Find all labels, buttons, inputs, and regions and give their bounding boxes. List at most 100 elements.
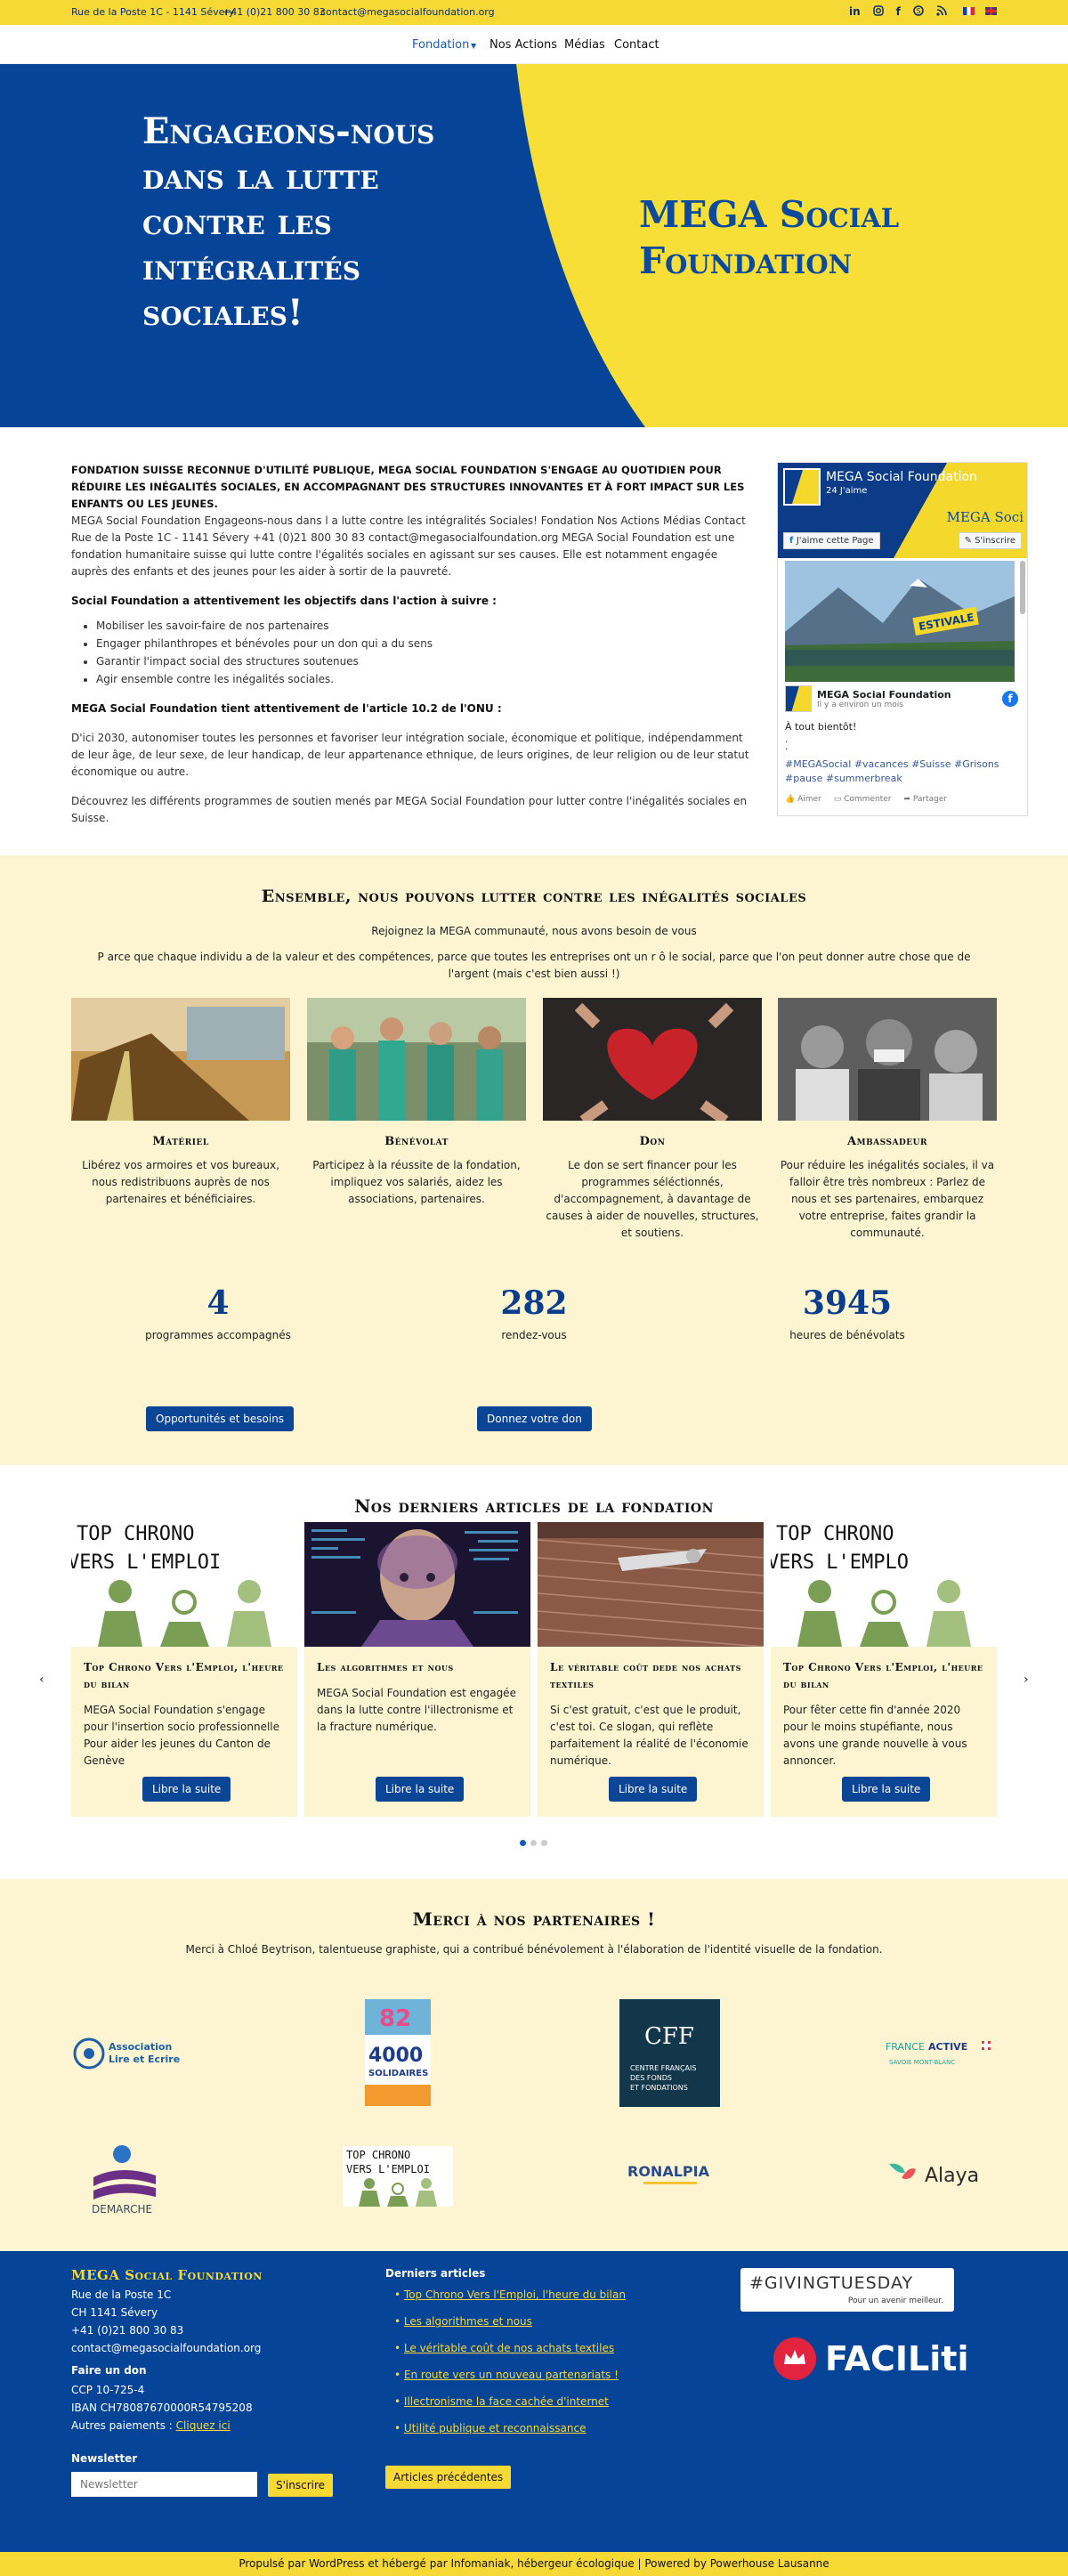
logo-demarche[interactable]: DEMARCHE	[85, 2142, 165, 2221]
article-card[interactable]: Les algorithmes et nous MEGA Social Foun…	[304, 1522, 530, 1817]
nav-contact[interactable]: Contact	[614, 38, 659, 52]
subscribe-button[interactable]: S'inscrire	[268, 2474, 334, 2497]
logo-lire-ecrire[interactable]: Association Lire et Ecrire	[71, 2029, 187, 2086]
flag-fr-icon[interactable]	[963, 7, 975, 15]
article-image[interactable]	[304, 1522, 530, 1647]
topbar-address: Rue de la Poste 1C - 1141 Sévery	[71, 6, 235, 18]
read-more-button[interactable]: Libre la suite	[142, 1777, 231, 1802]
facebook-like-button[interactable]: f J'aime cette Page	[783, 532, 880, 549]
article-image[interactable]	[538, 1522, 764, 1647]
logo-alaya[interactable]: Alaya	[886, 2157, 997, 2196]
read-more-button[interactable]: Libre la suite	[376, 1777, 465, 1802]
card-title: Don	[639, 1135, 666, 1148]
facebook-comment-action[interactable]: ▭ Commenter	[834, 795, 892, 804]
scrollbar[interactable]	[1020, 561, 1025, 614]
article-excerpt: Si c'est gratuit, c'est que le produit, …	[550, 1704, 748, 1767]
nav-medias[interactable]: Médias	[564, 38, 605, 52]
nav-nos-actions[interactable]: Nos Actions	[490, 38, 557, 52]
svg-text:CENTRE FRANÇAIS: CENTRE FRANÇAIS	[630, 2064, 696, 2072]
article-excerpt: MEGA Social Foundation est engagée dans …	[317, 1687, 516, 1733]
carousel-dot[interactable]	[541, 1840, 547, 1846]
flag-en-icon[interactable]	[985, 7, 997, 15]
carousel-dot-active[interactable]	[520, 1840, 526, 1846]
faciliti-logo[interactable]: FACILiti	[773, 2337, 968, 2380]
stat-programmes: 4 programmes accompagnés	[85, 1284, 352, 1341]
facebook-post-image[interactable]: ESTIVALE	[785, 561, 1015, 682]
facebook-post-avatar[interactable]	[785, 685, 812, 712]
linkedin-icon[interactable]: in	[849, 5, 861, 19]
pencil-icon: ✎	[964, 536, 975, 546]
facebook-small-icon: f	[789, 536, 797, 546]
article-image[interactable]: TOP CHRONO VERS L'EMPLO	[771, 1522, 997, 1647]
footer-phone[interactable]: +41 (0)21 800 30 83	[71, 2321, 183, 2339]
carousel-dot[interactable]	[530, 1840, 537, 1846]
read-more-button[interactable]: Libre la suite	[842, 1777, 931, 1802]
previous-articles-button[interactable]: Articles précédentes	[385, 2466, 512, 2489]
logo-cff[interactable]: CFF CENTRE FRANÇAIS DES FONDS ET FONDATI…	[619, 1999, 720, 2107]
facebook-post-time[interactable]: Il y a environ un mois	[817, 701, 951, 709]
latest-article-link[interactable]: Utilité publique et reconnaissance	[404, 2422, 587, 2434]
facebook-like-action[interactable]: 👍 Aimer	[785, 795, 821, 804]
topbar-email[interactable]: contact@megasocialfoundation.org	[320, 6, 495, 18]
article-title[interactable]: Top Chrono Vers l'Emploi, l'heure du bil…	[84, 1659, 285, 1693]
facebook-cover-text: MEGA Soci	[946, 509, 1024, 525]
article-card[interactable]: TOP CHRONO VERS L'EMPLO Top Chrono Vers …	[771, 1522, 997, 1817]
donate-button[interactable]: Donnez votre don	[477, 1406, 592, 1431]
stat-label: rendez-vous	[501, 1329, 567, 1341]
skype-icon[interactable]: S	[913, 5, 924, 19]
rss-icon[interactable]	[936, 5, 947, 19]
article-title[interactable]: Top Chrono Vers l'Emploi, l'heure du bil…	[783, 1659, 984, 1693]
card-benevolat: Bénévolat Participez à la réussite de la…	[307, 998, 526, 1208]
giving-tuesday-logo[interactable]: #GIVINGTUESDAY Pour un avenir meilleur.	[740, 2268, 954, 2312]
hero-brand: MEGA Social Foundation	[639, 193, 900, 282]
list-item: • Top Chrono Vers l'Emploi, l'heure du b…	[394, 2288, 626, 2301]
ambassadeur-photo	[778, 998, 997, 1121]
facebook-page-logo[interactable]	[783, 468, 821, 506]
latest-article-link[interactable]: Illectronisme la face cachée d'internet	[404, 2395, 609, 2408]
article-title[interactable]: Le véritable coût dede nos achats textil…	[550, 1659, 751, 1693]
nav-fondation[interactable]: Fondation	[412, 38, 469, 52]
instagram-icon[interactable]	[872, 5, 884, 19]
read-more-button[interactable]: Libre la suite	[609, 1777, 698, 1802]
carousel-next-button[interactable]: ›	[1024, 1673, 1029, 1687]
logo-ronalpia[interactable]: RONALPIA	[626, 2159, 715, 2194]
facebook-page-name[interactable]: MEGA Social Foundation	[826, 470, 977, 484]
onu-title: MEGA Social Foundation tient attentiveme…	[71, 702, 502, 715]
article-card[interactable]: Le véritable coût dede nos achats textil…	[538, 1522, 764, 1817]
community-text: P arce que chaque individu a de la valeu…	[97, 951, 971, 980]
click-here-link[interactable]: Cliquez ici	[176, 2419, 231, 2432]
logo-4000-solidaires[interactable]: 82 4000 SOLIDAIRES	[365, 1999, 431, 2110]
latest-article-link[interactable]: Top Chrono Vers l'Emploi, l'heure du bil…	[404, 2288, 626, 2301]
facebook-post-author[interactable]: MEGA Social Foundation	[817, 689, 951, 701]
footer-other-pay: Autres paiements : Cliquez ici	[71, 2419, 231, 2432]
facebook-icon[interactable]: f	[896, 5, 901, 19]
latest-article-link[interactable]: En route vers un nouveau partenariats !	[404, 2369, 619, 2381]
partners-section: Merci à nos partenaires ! Merci à Chloé …	[0, 1879, 1068, 2251]
facebook-share-action[interactable]: ➦ Partager	[903, 795, 947, 804]
carousel-prev-button[interactable]: ‹	[39, 1673, 44, 1687]
card-text: Pour réduire les inégalités sociales, il…	[780, 1159, 995, 1239]
stat-value: 3945	[802, 1284, 893, 1322]
svg-text:82: 82	[379, 2005, 411, 2032]
topbar-phone[interactable]: +41 (0)21 800 30 83	[222, 6, 326, 18]
footer-brand: MEGA Social Foundation	[71, 2267, 263, 2283]
footer-email[interactable]: contact@megasocialfoundation.org	[71, 2339, 261, 2357]
article-card[interactable]: TOP CHRONO VERS L'EMPLOI Top Chrono Vers…	[71, 1522, 297, 1817]
opportunities-button[interactable]: Opportunités et besoins	[146, 1406, 295, 1431]
facebook-widget[interactable]: MEGA Social Foundation 24 J'aime MEGA So…	[777, 462, 1028, 816]
facebook-logo-icon[interactable]: f	[1002, 691, 1018, 707]
logo-top-chrono[interactable]: TOP CHRONO VERS L'EMPLOI	[343, 2146, 453, 2210]
article-image[interactable]: TOP CHRONO VERS L'EMPLOI	[71, 1522, 297, 1647]
bottom-bar: Propulsé par WordPress et hébergé par In…	[0, 2552, 1068, 2576]
latest-article-link[interactable]: Le véritable coût de nos achats textiles	[404, 2342, 614, 2354]
facebook-post-tags[interactable]: #MEGASocial #vacances #Suisse #Grisons #…	[785, 757, 1018, 786]
article-title[interactable]: Les algorithmes et nous	[317, 1659, 518, 1676]
hero-headline: Engageons-nous dans la lutte contre les …	[142, 110, 435, 334]
facebook-cover[interactable]: MEGA Social Foundation 24 J'aime MEGA So…	[778, 463, 1027, 558]
logo-france-active[interactable]: FRANCE ACTIVE SAVOIE MONT-BLANC	[886, 2036, 997, 2075]
latest-article-link[interactable]: Les algorithmes et nous	[404, 2315, 532, 2328]
chevron-down-icon[interactable]: ▼	[471, 42, 476, 50]
newsletter-input[interactable]	[71, 2472, 257, 2497]
facebook-follow-button[interactable]: ✎ S'inscrire	[958, 532, 1022, 549]
onu-text: D'ici 2030, autonomiser toutes les perso…	[71, 732, 749, 778]
